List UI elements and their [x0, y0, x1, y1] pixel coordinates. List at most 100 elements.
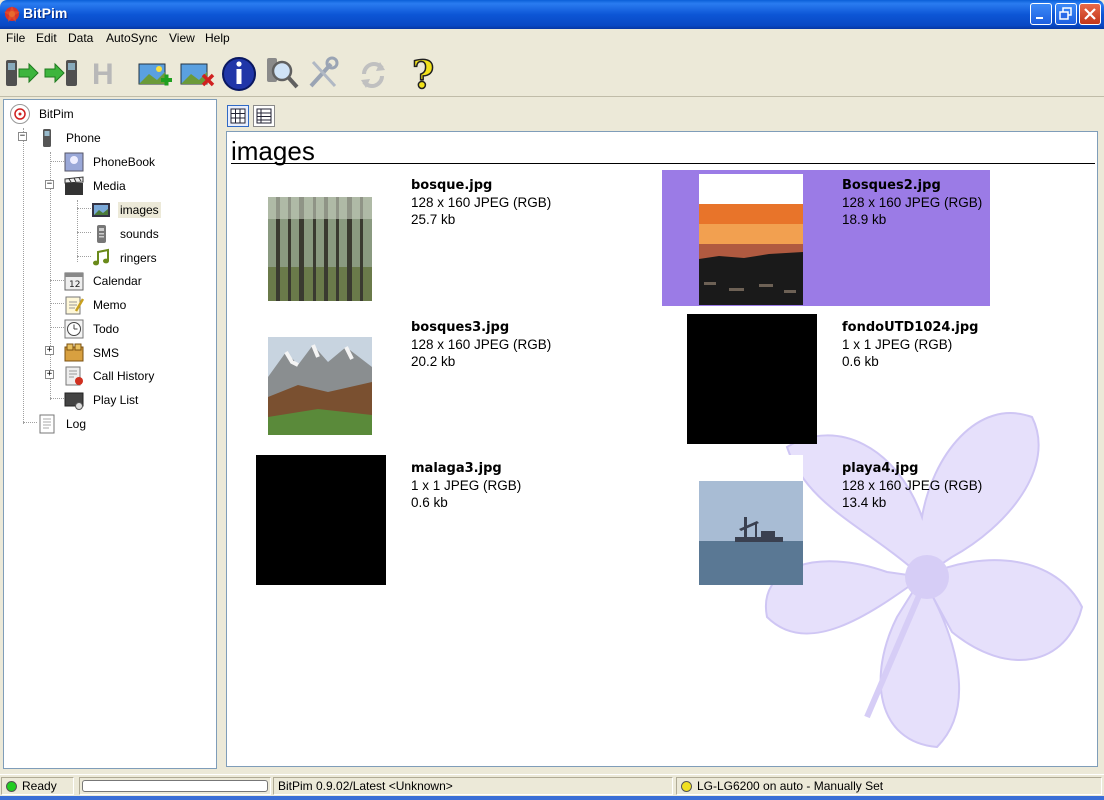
bitpim-app-icon — [4, 6, 20, 22]
image-item-fondoutd1024[interactable]: fondoUTD1024.jpg 1 x 1 JPEG (RGB) 0.6 kb — [662, 312, 990, 448]
send-phone-data-button[interactable] — [3, 54, 39, 92]
grid-view-icon — [230, 108, 246, 124]
collapse-media-toggle[interactable]: − — [45, 180, 54, 189]
navigation-tree: − − + + BitPim Phone PhoneBook Media ima… — [3, 99, 217, 769]
add-image-icon — [138, 63, 172, 86]
add-image-button[interactable] — [137, 54, 173, 92]
toolbar: H ? — [0, 49, 1104, 98]
delete-image-icon — [180, 63, 215, 87]
image-item-bosque[interactable]: bosque.jpg 128 x 160 JPEG (RGB) 25.7 kb — [231, 170, 661, 306]
menu-view[interactable]: View — [169, 31, 195, 45]
tree-label-media: Media — [93, 179, 126, 193]
tree-label-log: Log — [66, 417, 87, 431]
play-list-icon — [64, 390, 84, 410]
phone-status-text: LG-LG6200 on auto - Manually Set — [697, 779, 884, 793]
detect-phone-button[interactable] — [263, 54, 299, 92]
get-phone-data-button[interactable] — [44, 54, 80, 92]
menu-edit[interactable]: Edit — [36, 31, 57, 45]
image-item-bosques2[interactable]: Bosques2.jpg 128 x 160 JPEG (RGB) 18.9 k… — [662, 170, 990, 306]
tree-item-sounds[interactable]: sounds — [91, 223, 161, 245]
clock-icon — [64, 319, 84, 339]
tree-label-phonebook: PhoneBook — [93, 155, 156, 169]
tree-item-bitpim[interactable]: BitPim — [10, 103, 76, 125]
help-button[interactable]: ? — [406, 51, 442, 98]
phone-status-led-icon — [681, 781, 692, 792]
calendar-icon: 12 — [64, 271, 84, 291]
tree-item-play-list[interactable]: Play List — [64, 389, 140, 411]
tree-item-phone[interactable]: Phone — [37, 127, 103, 149]
svg-text:12: 12 — [69, 280, 80, 290]
minimize-button[interactable] — [1030, 3, 1052, 25]
menu-data[interactable]: Data — [68, 31, 93, 45]
hangup-button[interactable]: H — [88, 54, 124, 92]
phonebook-icon — [64, 152, 84, 172]
menu-file[interactable]: File — [6, 31, 25, 45]
image-dimensions: 1 x 1 JPEG (RGB) — [842, 337, 953, 352]
restore-button[interactable] — [1055, 3, 1077, 25]
phone-send-icon — [6, 60, 39, 86]
detect-phone-icon — [267, 58, 299, 89]
image-item-playa4[interactable]: playa4.jpg 128 x 160 JPEG (RGB) 13.4 kb — [662, 453, 990, 589]
section-divider — [231, 163, 1095, 164]
image-filename: bosque.jpg — [411, 178, 493, 193]
tree-item-media[interactable]: Media — [64, 175, 128, 197]
info-icon — [222, 57, 256, 91]
phone-receive-icon — [44, 60, 77, 86]
tree-item-images[interactable]: images — [91, 199, 161, 221]
image-filename: bosques3.jpg — [411, 320, 510, 335]
phone-icon — [37, 128, 57, 148]
info-button[interactable] — [221, 54, 257, 92]
close-icon — [1084, 8, 1096, 20]
delete-image-button[interactable] — [179, 54, 215, 92]
status-ready-text: Ready — [22, 779, 57, 793]
help-icon: ? — [411, 51, 435, 98]
icon-view-button[interactable] — [227, 105, 249, 127]
image-dimensions: 128 x 160 JPEG (RGB) — [411, 337, 552, 352]
tree-item-phonebook[interactable]: PhoneBook — [64, 151, 157, 173]
image-dimensions: 1 x 1 JPEG (RGB) — [411, 478, 522, 493]
svg-text:H: H — [92, 58, 114, 91]
tree-item-calendar[interactable]: 12 Calendar — [64, 270, 144, 292]
restore-icon — [1059, 7, 1072, 20]
tree-label-play-list: Play List — [93, 393, 139, 407]
tree-item-todo[interactable]: Todo — [64, 318, 121, 340]
version-text: BitPim 0.9.02/Latest <Unknown> — [278, 779, 453, 793]
image-size: 25.7 kb — [411, 212, 456, 227]
media-view-panel: images bosque.jpg 128 x 160 JPEG (RGB) 2… — [221, 99, 1101, 769]
refresh-button[interactable] — [355, 54, 391, 92]
minimize-icon — [1036, 17, 1043, 19]
expand-sms-toggle[interactable]: + — [45, 346, 54, 355]
image-filename: Bosques2.jpg — [842, 178, 941, 193]
image-filename: playa4.jpg — [842, 461, 919, 476]
settings-button[interactable] — [305, 54, 341, 92]
tree-item-log[interactable]: Log — [37, 413, 88, 435]
collapse-phone-toggle[interactable]: − — [18, 132, 27, 141]
tree-item-memo[interactable]: Memo — [64, 294, 128, 316]
image-dimensions: 128 x 160 JPEG (RGB) — [842, 195, 983, 210]
image-size: 0.6 kb — [411, 495, 448, 510]
image-size: 20.2 kb — [411, 354, 456, 369]
bitpim-icon — [10, 104, 30, 124]
image-size: 13.4 kb — [842, 495, 887, 510]
svg-text:?: ? — [412, 54, 434, 92]
expand-call-history-toggle[interactable]: + — [45, 370, 54, 379]
tree-item-sms[interactable]: SMS — [64, 342, 121, 364]
image-item-bosques3[interactable]: bosques3.jpg 128 x 160 JPEG (RGB) 20.2 k… — [231, 312, 661, 448]
tree-label-sms: SMS — [93, 346, 120, 360]
image-item-malaga3[interactable]: malaga3.jpg 1 x 1 JPEG (RGB) 0.6 kb — [231, 453, 661, 589]
images-icon — [91, 200, 111, 220]
menu-autosync[interactable]: AutoSync — [106, 31, 157, 45]
tree-item-call-history[interactable]: Call History — [64, 365, 156, 387]
sms-icon — [64, 343, 84, 363]
tree-item-ringers[interactable]: ringers — [91, 247, 159, 269]
menu-help[interactable]: Help — [205, 31, 230, 45]
list-view-button[interactable] — [253, 105, 275, 127]
memo-icon — [64, 295, 85, 315]
image-gallery: images bosque.jpg 128 x 160 JPEG (RGB) 2… — [226, 131, 1098, 767]
music-note-icon — [91, 248, 111, 268]
playa4-thumbnail — [699, 455, 803, 585]
title-bar: BitPim — [0, 0, 1104, 29]
close-button[interactable] — [1079, 3, 1101, 25]
tree-label-todo: Todo — [93, 322, 120, 336]
list-view-icon — [256, 108, 272, 124]
